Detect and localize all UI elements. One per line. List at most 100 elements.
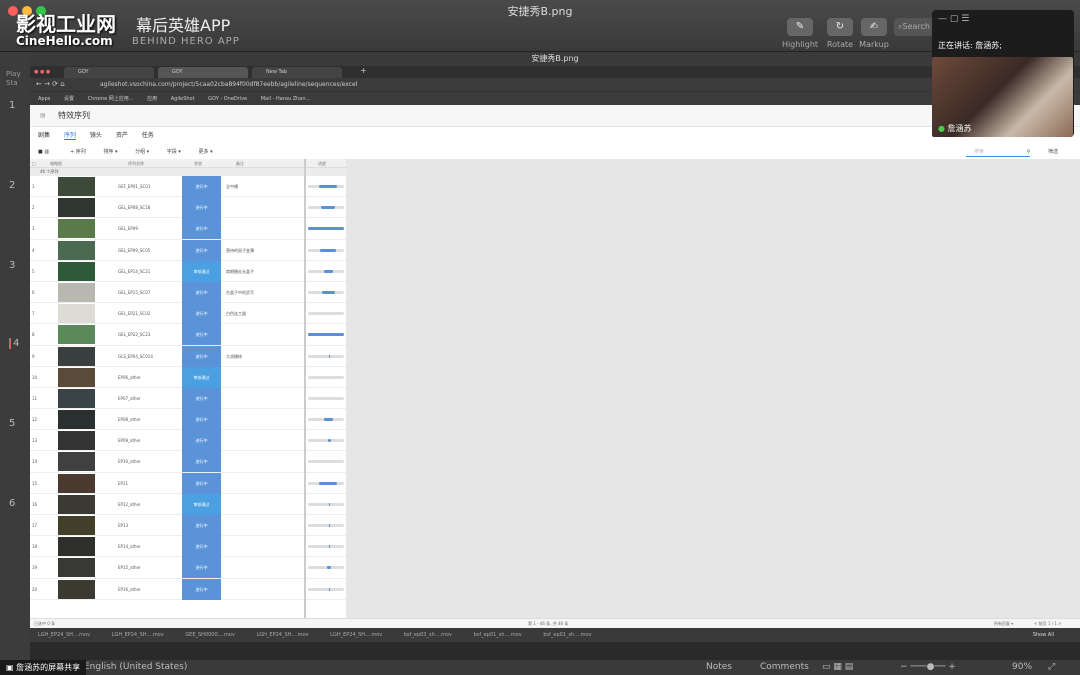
- fit-icon[interactable]: ⤢: [1048, 660, 1055, 675]
- sequence-name[interactable]: EP15_other: [118, 565, 141, 570]
- table-row[interactable]: 2 GEL_EP08_SC18 进行中: [30, 197, 346, 219]
- page-thumb-2[interactable]: 2: [9, 180, 15, 191]
- status-badge[interactable]: 进行中: [182, 578, 221, 600]
- status-badge[interactable]: 进行中: [182, 197, 221, 219]
- download-item[interactable]: GEE_SH0000....mov: [185, 632, 235, 638]
- sequence-name[interactable]: EP08_other: [118, 417, 141, 422]
- table-row[interactable]: 18 EP14_other 进行中: [30, 536, 346, 558]
- thumbnail-image[interactable]: [58, 494, 95, 514]
- table-row[interactable]: 7 GEL_EP21_SC02 进行中 白色连工器: [30, 303, 346, 325]
- row-note[interactable]: 营侍的鼠子变薄: [226, 248, 254, 254]
- new-tab-icon[interactable]: +: [360, 66, 367, 75]
- bookmark-settings[interactable]: 设置: [64, 96, 74, 102]
- row-note[interactable]: 台盖子中的武写: [226, 290, 254, 296]
- row-note[interactable]: 白色连工器: [226, 311, 246, 317]
- toolbar-search-input[interactable]: ⌕Search: [894, 18, 934, 36]
- col-note[interactable]: 备注: [236, 161, 244, 167]
- table-row[interactable]: 11 EP07_other 进行中: [30, 387, 346, 410]
- table-row[interactable]: 4 GEL_EP09_SC05 进行中 营侍的鼠子变薄: [30, 239, 346, 261]
- notes-button[interactable]: Notes: [706, 660, 732, 675]
- tab-episodes[interactable]: 剧集: [38, 132, 50, 139]
- status-badge[interactable]: 进行中: [182, 239, 221, 261]
- table-row[interactable]: 16 EP12_other 审核通过: [30, 493, 346, 515]
- sequence-name[interactable]: GEL_EP08_SC18: [118, 205, 150, 210]
- view-mode-icon[interactable]: ▭ ▦ ▤: [822, 660, 853, 675]
- status-badge[interactable]: 进行中: [182, 536, 221, 558]
- page-thumb-3[interactable]: 3: [9, 260, 15, 271]
- table-row[interactable]: 8 GEL_EP22_SC23 进行中: [30, 324, 346, 346]
- bookmark-mail[interactable]: Mail - Harau Zhan...: [261, 96, 310, 102]
- thumbnail-image[interactable]: [58, 219, 95, 239]
- fields-button[interactable]: 字段 ▾: [167, 149, 181, 155]
- table-row[interactable]: 14 EP10_other 进行中: [30, 451, 346, 473]
- zoom-slider[interactable]: − ───●── +: [900, 660, 956, 675]
- tab-assets[interactable]: 资产: [116, 132, 128, 139]
- status-badge[interactable]: 进行中: [182, 303, 221, 325]
- row-note[interactable]: 大润播修: [226, 354, 242, 360]
- sort-button[interactable]: 排序 ▾: [103, 149, 117, 155]
- download-item[interactable]: LGH_EP24_SH....mov: [330, 632, 382, 638]
- status-badge[interactable]: 进行中: [182, 430, 221, 452]
- tab-tasks[interactable]: 任务: [142, 132, 154, 139]
- address-bar[interactable]: ← → ⟳ ⌂ agileshot.vsochina.com/project/5…: [30, 78, 1080, 91]
- comments-button[interactable]: Comments: [760, 660, 809, 675]
- table-row[interactable]: 12 EP08_other 进行中: [30, 409, 346, 431]
- status-badge[interactable]: 进行中: [182, 557, 221, 579]
- table-row[interactable]: 15 EP11 进行中: [30, 472, 346, 494]
- nav-buttons-icon[interactable]: ← → ⟳ ⌂: [36, 78, 65, 91]
- thumbnail-image[interactable]: [58, 579, 95, 599]
- thumbnail-image[interactable]: [58, 304, 95, 324]
- status-badge[interactable]: 进行中: [182, 409, 221, 431]
- table-row[interactable]: 10 EP06_other 审核通过: [30, 366, 346, 388]
- thumbnail-image[interactable]: [58, 282, 95, 302]
- menu-icon[interactable]: ▤: [40, 105, 46, 127]
- view-toggle-icon[interactable]: ■ ▥: [38, 145, 49, 159]
- sequence-name[interactable]: GEL_EP22_SC23: [118, 332, 150, 337]
- sequence-name[interactable]: GEL_EP09: [118, 226, 138, 231]
- thumbnail-image[interactable]: [58, 177, 95, 196]
- status-badge[interactable]: 进行中: [182, 451, 221, 473]
- sequence-name[interactable]: EP12_other: [118, 502, 141, 507]
- row-note[interactable]: 全中播: [226, 184, 238, 190]
- download-item[interactable]: bsf_ep01_sh....mov: [543, 632, 591, 638]
- table-row[interactable]: 19 EP15_other 进行中: [30, 557, 346, 579]
- page-thumb-4[interactable]: 4: [9, 338, 19, 349]
- col-progress[interactable]: 进度: [318, 161, 326, 167]
- status-badge[interactable]: 进行中: [182, 218, 221, 240]
- status-badge[interactable]: 进行中: [182, 345, 221, 367]
- thumbnail-image[interactable]: [58, 452, 95, 472]
- browser-tab-3[interactable]: New Tab: [252, 67, 342, 78]
- table-row[interactable]: 17 EP13 进行中: [30, 515, 346, 537]
- sequence-name[interactable]: GLS_EP04_SC014: [118, 354, 153, 359]
- col-thumbnail[interactable]: 缩略图: [50, 161, 62, 167]
- status-badge[interactable]: 进行中: [182, 281, 221, 303]
- group-button[interactable]: 分组 ▾: [135, 149, 149, 155]
- thumbnail-image[interactable]: [58, 410, 95, 430]
- page-thumb-1[interactable]: 1: [9, 100, 15, 111]
- sequence-name[interactable]: EP11: [118, 481, 128, 486]
- participant-video[interactable]: ● 詹涵苏: [932, 57, 1073, 137]
- sequence-name[interactable]: GEL_EP21_SC02: [118, 311, 150, 316]
- status-badge[interactable]: 进行中: [182, 472, 221, 494]
- row-note[interactable]: 商朗播去允盖子: [226, 269, 254, 275]
- browser-tab-1[interactable]: GOY: [64, 67, 154, 78]
- thumbnail-image[interactable]: [58, 537, 95, 557]
- table-row[interactable]: 6 GEL_EP15_SC07 进行中 台盖子中的武写: [30, 281, 346, 304]
- status-badge[interactable]: 进行中: [182, 387, 221, 409]
- bookmark-agileshot[interactable]: AgileShot: [171, 96, 195, 102]
- bookmark-onedrive[interactable]: GOY - OneDrive: [208, 96, 247, 102]
- thumbnail-image[interactable]: [58, 261, 95, 281]
- table-row[interactable]: 1 GEF_EP01_SC01 进行中 全中播: [30, 176, 346, 198]
- sequence-name[interactable]: EP07_other: [118, 396, 141, 401]
- sequence-name[interactable]: EP09_other: [118, 438, 141, 443]
- status-badge[interactable]: 进行中: [182, 176, 221, 197]
- table-row[interactable]: 13 EP09_other 进行中: [30, 430, 346, 452]
- sequence-name[interactable]: EP10_other: [118, 459, 141, 464]
- col-status[interactable]: 状态: [194, 161, 202, 167]
- overlay-controls-icon[interactable]: — ▢ ☰: [938, 14, 969, 24]
- download-item[interactable]: LGH_EP24_SH....mov: [112, 632, 164, 638]
- select-all-checkbox[interactable]: □: [32, 161, 36, 166]
- status-badge[interactable]: 审核通过: [182, 493, 221, 515]
- table-row[interactable]: 9 GLS_EP04_SC014 进行中 大润播修: [30, 345, 346, 367]
- thumbnail-image[interactable]: [58, 473, 95, 493]
